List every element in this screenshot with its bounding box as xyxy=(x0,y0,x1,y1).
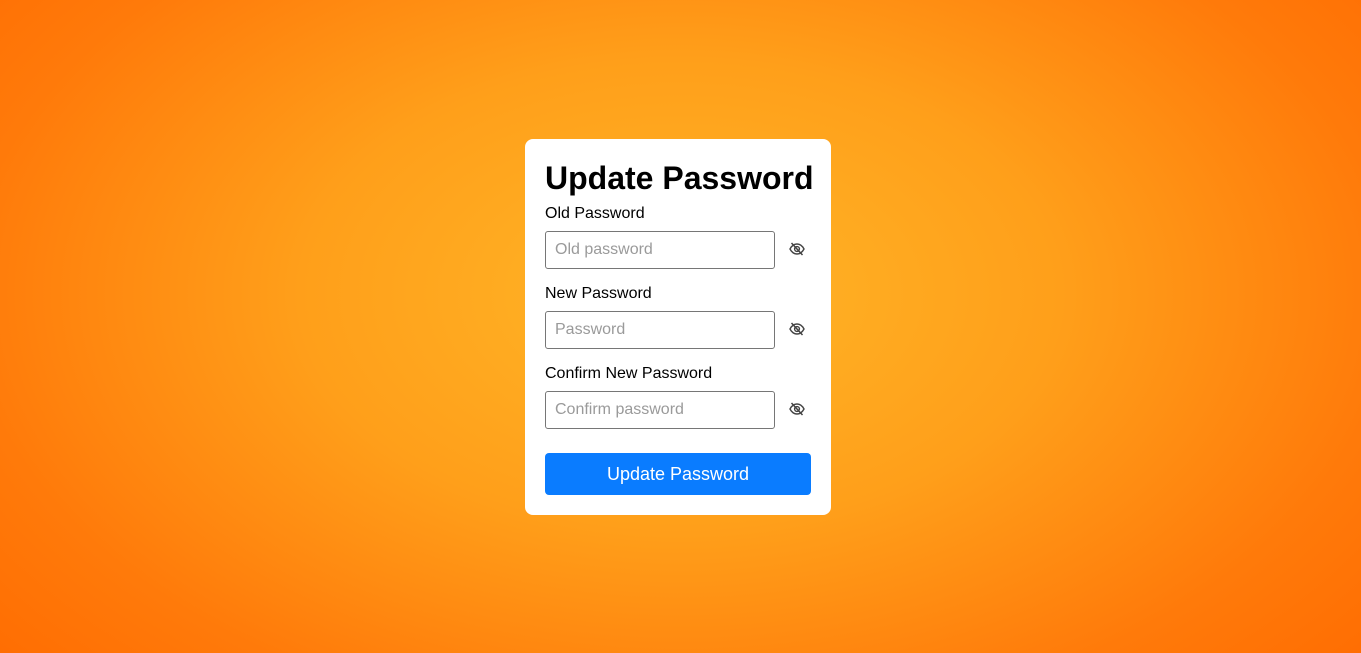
confirm-password-label: Confirm New Password xyxy=(545,365,713,382)
new-password-label: New Password xyxy=(545,285,652,302)
eye-slash-icon[interactable] xyxy=(788,320,806,338)
confirm-password-input[interactable] xyxy=(545,391,775,429)
old-password-input[interactable] xyxy=(545,231,775,269)
new-password-input[interactable] xyxy=(545,311,775,349)
eye-slash-icon[interactable] xyxy=(788,240,806,258)
old-password-row xyxy=(545,231,815,269)
update-password-button[interactable]: Update Password xyxy=(545,453,811,495)
update-password-card: Update Password Old Password New Passwor… xyxy=(525,139,831,515)
new-password-row xyxy=(545,311,815,349)
form-title: Update Password xyxy=(545,160,814,196)
eye-slash-icon[interactable] xyxy=(788,400,806,418)
confirm-password-row xyxy=(545,391,815,429)
old-password-label: Old Password xyxy=(545,205,645,222)
